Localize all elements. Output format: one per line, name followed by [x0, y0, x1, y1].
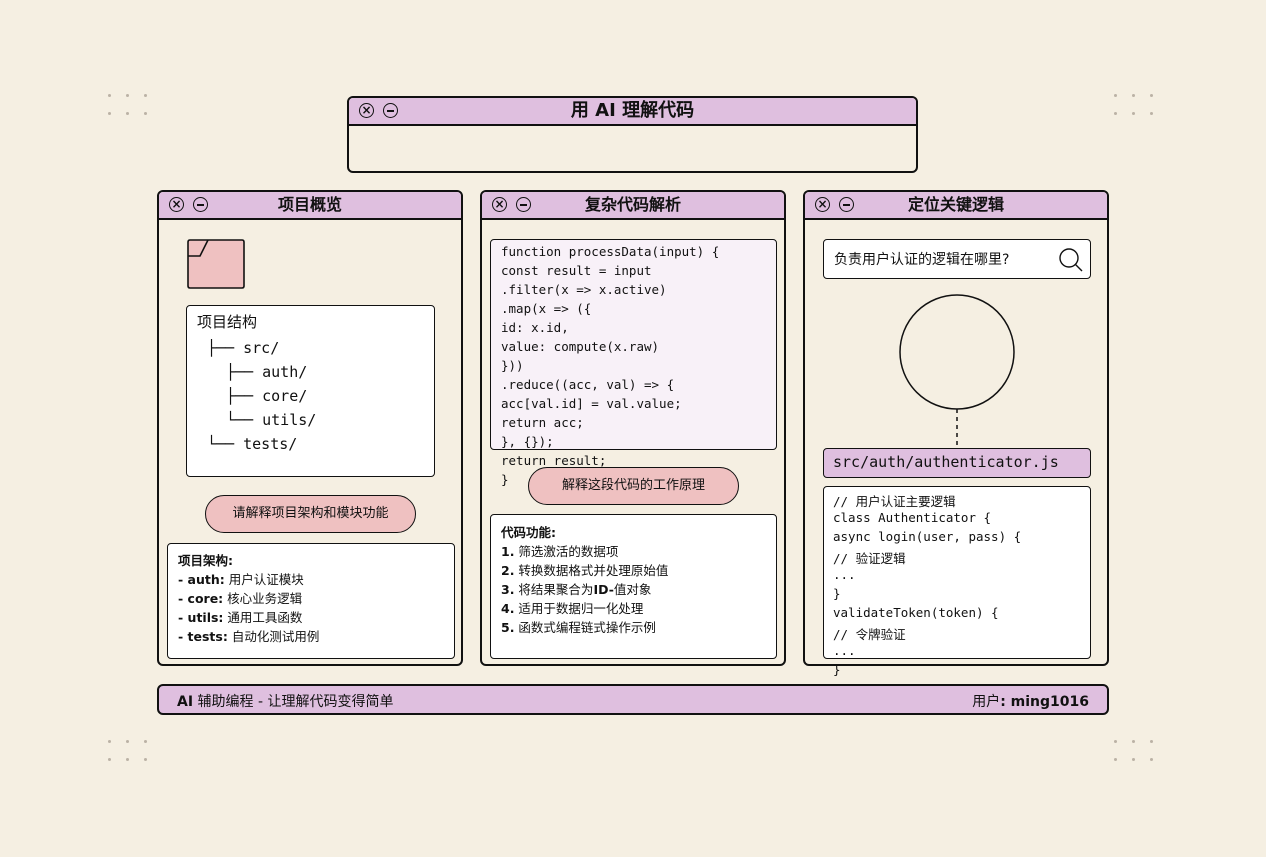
tree-heading: 项目结构: [197, 313, 258, 331]
answer-heading: 代码功能:: [501, 525, 556, 540]
minimize-icon[interactable]: [516, 197, 531, 212]
locate-panel: 定位关键逻辑 负责用户认证的逻辑在哪里? src/auth/authentica…: [803, 190, 1109, 677]
footer-bar: AI 辅助编程 - 让理解代码变得简单 用户: ming1016: [157, 684, 1109, 715]
search-input-value: 负责用户认证的逻辑在哪里?: [834, 252, 1010, 268]
code-line: ...: [833, 567, 856, 582]
footer-user: 用户: ming1016: [972, 694, 1089, 710]
answer-item: 3. 将结果聚合为ID-值对象: [501, 582, 652, 597]
analysis-panel: 复杂代码解析 function processData(input) { con…: [480, 190, 786, 666]
answer-item: 4. 适用于数据归一化处理: [501, 601, 644, 616]
search-input[interactable]: 负责用户认证的逻辑在哪里?: [823, 239, 1091, 279]
tree-item-tests[interactable]: └── tests/: [207, 435, 297, 453]
locate-title: 定位关键逻辑: [907, 195, 1004, 214]
code-line: class Authenticator {: [833, 510, 992, 525]
tree-item-src[interactable]: ├── src/: [207, 339, 279, 357]
code-line: id: x.id,: [501, 320, 569, 335]
code-line: async login(user, pass) {: [833, 529, 1022, 544]
code-line: return result;: [501, 453, 607, 468]
footer-tagline: AI 辅助编程 - 让理解代码变得简单: [177, 694, 394, 710]
tree-item-utils[interactable]: └── utils/: [226, 411, 316, 429]
minimize-icon[interactable]: [839, 197, 854, 212]
file-path-label[interactable]: src/auth/authenticator.js: [823, 448, 1091, 478]
answer-item: 5. 函数式编程链式操作示例: [501, 620, 656, 635]
minimize-icon[interactable]: [383, 103, 398, 118]
code-line: function processData(input) {: [501, 244, 720, 259]
overview-title: 项目概览: [277, 195, 342, 214]
code-line: .filter(x => x.active): [501, 282, 667, 297]
explain-code-button[interactable]: 解释这段代码的工作原理: [528, 467, 739, 505]
folder-icon: [187, 239, 245, 289]
answer-item: - tests: 自动化测试用例: [178, 629, 320, 644]
search-icon[interactable]: [1058, 247, 1084, 273]
code-line: // 令牌验证: [833, 627, 906, 642]
code-line: })): [501, 358, 524, 373]
locate-titlebar: 定位关键逻辑: [805, 192, 1107, 220]
code-line: // 验证逻辑: [833, 551, 906, 566]
code-line: .map(x => ({: [501, 301, 592, 316]
code-line: const result = input: [501, 263, 652, 278]
decorative-dots-top-left: [108, 94, 156, 118]
analysis-title: 复杂代码解析: [584, 195, 681, 214]
answer-item: - utils: 通用工具函数: [178, 610, 303, 625]
code-line: acc[val.id] = val.value;: [501, 396, 682, 411]
overview-titlebar: 项目概览: [159, 192, 461, 220]
close-icon[interactable]: [169, 197, 184, 212]
overview-panel: 项目概览 项目结构 ├── src/ ├── auth/ ├── core/ └…: [157, 190, 463, 666]
code-line: // 用户认证主要逻辑: [833, 494, 956, 509]
architecture-answer: 项目架构: - auth: 用户认证模块 - core: 核心业务逻辑 - ut…: [167, 543, 455, 659]
code-line: }: [833, 586, 841, 601]
minimize-icon[interactable]: [193, 197, 208, 212]
code-line: .reduce((acc, val) => {: [501, 377, 675, 392]
code-line: ...: [833, 643, 856, 658]
code-line: return acc;: [501, 415, 584, 430]
explain-architecture-button[interactable]: 请解释项目架构和模块功能: [205, 495, 416, 533]
code-line: value: compute(x.raw): [501, 339, 660, 354]
decorative-dots-bottom-right: [1114, 740, 1162, 764]
tree-item-core[interactable]: ├── core/: [226, 387, 307, 405]
tree-item-auth[interactable]: ├── auth/: [226, 363, 307, 381]
close-icon[interactable]: [492, 197, 507, 212]
answer-item: 1. 筛选激活的数据项: [501, 544, 619, 559]
analysis-titlebar: 复杂代码解析: [482, 192, 784, 220]
code-line: }: [501, 472, 509, 487]
decorative-dots-bottom-left: [108, 740, 156, 764]
code-line: validateToken(token) {: [833, 605, 999, 620]
answer-item: 2. 转换数据格式并处理原始值: [501, 563, 669, 578]
close-icon[interactable]: [815, 197, 830, 212]
magnifier-circle-graphic: [899, 294, 1015, 446]
main-window-titlebar: 用 AI 理解代码: [349, 98, 916, 126]
answer-item: - auth: 用户认证模块: [178, 572, 304, 587]
answer-heading: 项目架构:: [178, 553, 233, 568]
answer-item: - core: 核心业务逻辑: [178, 591, 303, 606]
code-answer: 代码功能: 1. 筛选激活的数据项 2. 转换数据格式并处理原始值 3. 将结果…: [490, 514, 777, 659]
main-window: 用 AI 理解代码: [347, 96, 918, 173]
code-line: }, {});: [501, 434, 554, 449]
project-structure-tree: 项目结构 ├── src/ ├── auth/ ├── core/ └── ut…: [186, 305, 435, 477]
decorative-dots-top-right: [1114, 94, 1162, 118]
main-window-title: 用 AI 理解代码: [570, 100, 695, 121]
code-line: }: [833, 662, 841, 677]
close-icon[interactable]: [359, 103, 374, 118]
